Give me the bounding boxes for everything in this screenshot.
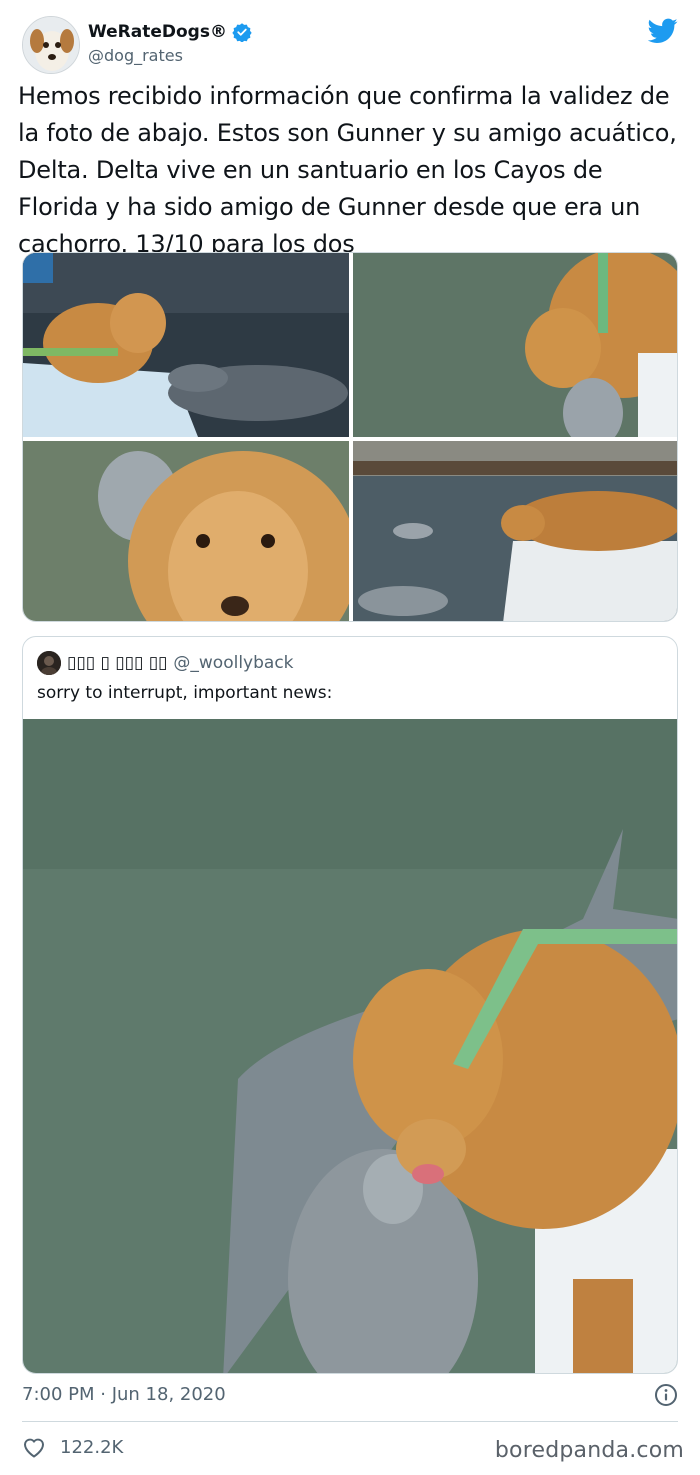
quoted-photo[interactable] <box>23 719 677 1373</box>
author-name[interactable]: WeRateDogs® <box>88 22 252 42</box>
quoted-header: ▯▯▯ ▯ ▯▯▯ ▯▯ @_woollyback <box>37 651 294 675</box>
photo-1[interactable] <box>23 253 349 437</box>
dog-kissing-dolphin-photo <box>23 253 349 437</box>
author-avatar[interactable] <box>22 16 80 74</box>
quoted-author-handle: @_woollyback <box>173 653 294 673</box>
like-count: 122.2K <box>60 1436 124 1458</box>
photo-2[interactable] <box>353 253 677 437</box>
dog-lying-on-dock-photo <box>353 441 677 621</box>
verified-badge-icon <box>232 23 252 42</box>
tweet-header: WeRateDogs® @dog_rates <box>0 0 700 80</box>
golden-retriever-closeup-photo <box>23 441 349 621</box>
info-icon[interactable] <box>654 1383 678 1407</box>
user-avatar-icon <box>37 651 61 675</box>
dog-and-dolphin-photo <box>23 719 677 1373</box>
like-action[interactable]: 122.2K <box>22 1436 123 1458</box>
heart-icon[interactable] <box>22 1436 46 1458</box>
dog-nose-to-dolphin-photo <box>353 253 677 437</box>
quoted-avatar <box>37 651 61 675</box>
quoted-author-name: ▯▯▯ ▯ ▯▯▯ ▯▯ <box>67 653 168 673</box>
twitter-bird-icon[interactable] <box>648 18 678 44</box>
quoted-tweet[interactable]: ▯▯▯ ▯ ▯▯▯ ▯▯ @_woollyback sorry to inter… <box>22 636 678 1374</box>
photo-3[interactable] <box>23 441 349 621</box>
divider <box>22 1421 678 1422</box>
photo-4[interactable] <box>353 441 677 621</box>
photo-grid <box>22 252 678 622</box>
dog-avatar-icon <box>23 17 79 73</box>
quoted-text: sorry to interrupt, important news: <box>37 683 333 703</box>
tweet-text: Hemos recibido información que confirma … <box>18 82 677 258</box>
author-handle[interactable]: @dog_rates <box>88 46 183 65</box>
author-name-label: WeRateDogs® <box>88 22 227 42</box>
watermark: boredpanda.com <box>494 1438 684 1463</box>
tweet-timestamp[interactable]: 7:00 PM · Jun 18, 2020 <box>22 1384 226 1405</box>
